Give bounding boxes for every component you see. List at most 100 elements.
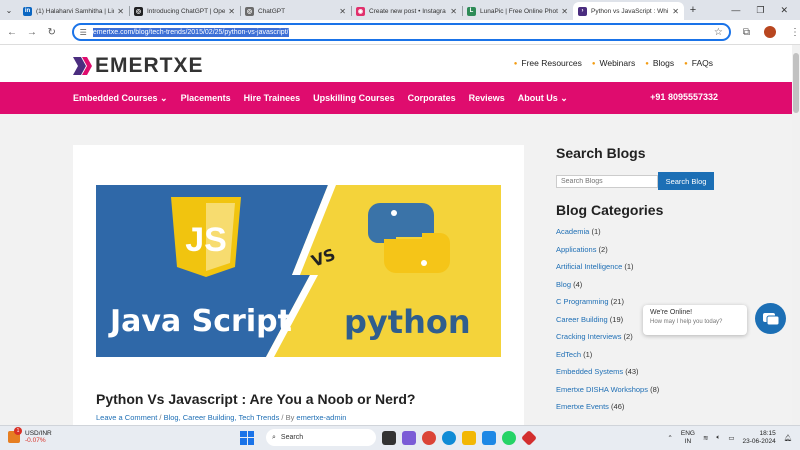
- notifications-icon[interactable]: 🔔︎: [784, 434, 792, 442]
- category-count: (43): [625, 367, 639, 376]
- top-link-faqs[interactable]: FAQs: [684, 58, 713, 68]
- category-link[interactable]: Academia: [556, 227, 589, 236]
- chat-bubble-icon: [763, 313, 780, 326]
- emertxe-logo[interactable]: EMERTXE: [73, 54, 204, 78]
- tab-title: ChatGPT: [258, 7, 286, 15]
- phone-number[interactable]: +91 8095557332: [650, 92, 718, 102]
- top-link-free-resources[interactable]: Free Resources: [514, 58, 581, 68]
- category-link[interactable]: Cracking Interviews: [556, 332, 621, 341]
- forward-icon[interactable]: →: [22, 27, 42, 38]
- profile-avatar[interactable]: [764, 26, 777, 38]
- market-icon: 1: [8, 427, 22, 443]
- reload-icon[interactable]: ↻: [42, 27, 62, 38]
- category-count: (4): [573, 279, 583, 289]
- scrollbar-thumb[interactable]: [793, 53, 799, 113]
- menu-icon[interactable]: ⋮: [790, 27, 800, 38]
- nav-corporates[interactable]: Corporates: [408, 93, 456, 104]
- browser-tab[interactable]: in (1) Halaharvi Samhitha | Lin ✕: [18, 2, 129, 20]
- close-window-icon[interactable]: ✕: [780, 5, 788, 16]
- page-scrollbar[interactable]: [792, 45, 800, 425]
- search-heading: Search Blogs: [556, 145, 646, 161]
- clock[interactable]: 18:15 23-06-2024: [742, 430, 775, 446]
- category-count: (1): [583, 349, 593, 359]
- list-item: Blog (4): [556, 276, 756, 294]
- close-icon[interactable]: ✕: [672, 7, 679, 16]
- category-count: (19): [609, 314, 624, 324]
- search-input[interactable]: [556, 174, 658, 188]
- bookmark-star-icon[interactable]: ☆: [714, 27, 723, 38]
- tab-title: Python vs JavaScript : Whi: [591, 7, 669, 15]
- category-link[interactable]: C Programming: [556, 297, 609, 306]
- nav-embedded-courses[interactable]: Embedded Courses ⌄: [73, 93, 168, 104]
- emertxe-icon: ›: [578, 6, 587, 16]
- nav-hire-trainees[interactable]: Hire Trainees: [244, 93, 301, 104]
- back-icon[interactable]: ←: [2, 27, 22, 38]
- nav-reviews[interactable]: Reviews: [469, 93, 505, 104]
- whatsapp-icon[interactable]: [502, 430, 516, 445]
- category-count: (1): [591, 227, 601, 236]
- site-info-icon[interactable]: ☰: [80, 28, 87, 37]
- address-bar[interactable]: ☰ emertxe.com/blog/tech-trends/2015/02/2…: [71, 23, 731, 41]
- language-indicator[interactable]: ENG IN: [681, 430, 695, 446]
- close-icon[interactable]: ✕: [561, 7, 568, 16]
- restore-icon[interactable]: ❐: [756, 5, 764, 16]
- category-link[interactable]: Emertxe Events: [556, 402, 609, 411]
- author-link[interactable]: emertxe-admin: [296, 413, 346, 422]
- close-icon[interactable]: ✕: [450, 7, 457, 16]
- windows-start-icon[interactable]: [240, 430, 254, 445]
- category-link[interactable]: Applications: [556, 245, 596, 254]
- nav-upskilling-courses[interactable]: Upskilling Courses: [313, 93, 395, 104]
- search-button[interactable]: Search Blog: [658, 172, 714, 190]
- vscode-icon[interactable]: [482, 430, 496, 445]
- new-tab-icon[interactable]: +: [684, 4, 702, 16]
- battery-icon[interactable]: ▭: [728, 434, 734, 442]
- category-link[interactable]: Emertxe DISHA Workshops: [556, 385, 648, 394]
- taskbar-search[interactable]: ⌕ Search: [266, 429, 376, 446]
- chat-greeting-bubble[interactable]: We're Online! How may I help you today?: [643, 305, 747, 335]
- browser-tab[interactable]: ◎ ChatGPT ✕: [240, 2, 351, 20]
- close-icon[interactable]: ✕: [228, 7, 235, 16]
- post-card: JS Java Script VS python Python Vs Javas…: [73, 145, 524, 425]
- top-link-webinars[interactable]: Webinars: [592, 58, 635, 68]
- list-item: Applications (2): [556, 241, 756, 259]
- leave-comment-link[interactable]: Leave a Comment: [96, 413, 157, 422]
- minimize-icon[interactable]: —: [731, 5, 740, 16]
- app-icon[interactable]: [521, 429, 537, 446]
- browser-tab[interactable]: ◉ Create new post • Instagra ✕: [351, 2, 462, 20]
- top-links: Free Resources Webinars Blogs FAQs: [514, 58, 713, 68]
- chat-launcher-button[interactable]: [755, 303, 786, 334]
- categories-heading: Blog Categories: [556, 202, 664, 218]
- copilot-icon[interactable]: [402, 430, 416, 445]
- hero-image: JS Java Script VS python: [96, 185, 501, 357]
- nav-placements[interactable]: Placements: [181, 93, 231, 104]
- file-explorer-icon[interactable]: [462, 430, 476, 445]
- extensions-icon[interactable]: ⧉: [743, 27, 750, 38]
- widgets-button[interactable]: 1 USD/INR -0.07%: [8, 427, 52, 444]
- task-view-icon[interactable]: [382, 430, 396, 445]
- post-categories-link[interactable]: Blog, Career Building, Tech Trends: [164, 413, 280, 422]
- chatgpt-icon: ◎: [245, 6, 254, 16]
- volume-icon[interactable]: 🔈︎: [716, 434, 720, 442]
- browser-tab-active[interactable]: › Python vs JavaScript : Whi ✕: [573, 2, 684, 20]
- browser-tab[interactable]: L LunaPic | Free Online Photo ✕: [462, 2, 573, 20]
- region-code: IN: [684, 438, 692, 445]
- wifi-icon[interactable]: ≋: [703, 434, 708, 442]
- chrome-icon[interactable]: [422, 430, 436, 445]
- sidebar: Search Blogs Search Blog Blog Categories…: [556, 145, 756, 416]
- category-link[interactable]: EdTech: [556, 350, 581, 359]
- close-icon[interactable]: ✕: [339, 7, 346, 16]
- chat-status: We're Online!: [650, 309, 693, 316]
- category-link[interactable]: Embedded Systems: [556, 367, 623, 376]
- ticker-name: USD/INR: [25, 430, 52, 437]
- chevron-up-icon[interactable]: ⌃: [667, 434, 672, 442]
- close-icon[interactable]: ✕: [117, 7, 124, 16]
- nav-about-us[interactable]: About Us ⌄: [518, 93, 568, 104]
- tab-search-icon[interactable]: ⌄: [0, 6, 18, 15]
- top-link-blogs[interactable]: Blogs: [645, 58, 674, 68]
- url-text[interactable]: emertxe.com/blog/tech-trends/2015/02/25/…: [92, 27, 289, 37]
- category-link[interactable]: Artificial Intelligence: [556, 262, 622, 271]
- browser-tab[interactable]: ◎ Introducing ChatGPT | Ope ✕: [129, 2, 240, 20]
- category-link[interactable]: Career Building: [556, 315, 608, 324]
- category-link[interactable]: Blog: [556, 280, 571, 289]
- edge-icon[interactable]: [442, 430, 456, 445]
